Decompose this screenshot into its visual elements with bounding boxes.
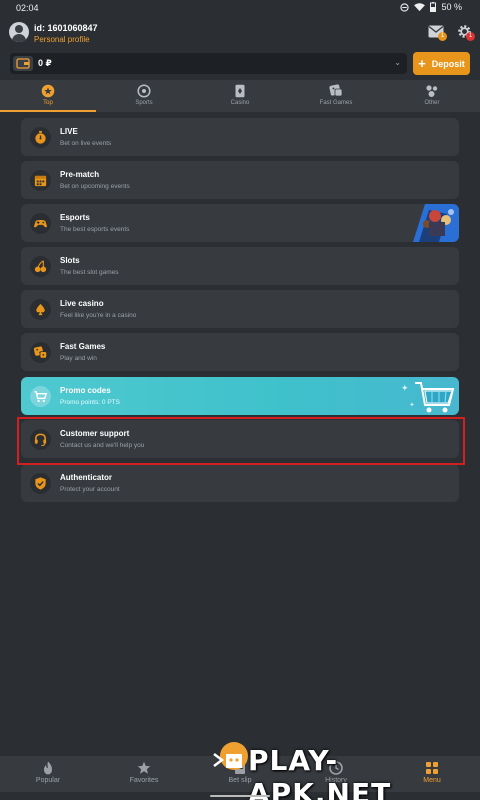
tab-casino-label: Casino	[230, 100, 250, 106]
tab-top[interactable]: Top	[0, 80, 96, 112]
status-bar: 02:04 50 %	[0, 0, 480, 16]
menu-item-pre-match[interactable]: Pre-match Bet on upcoming events	[21, 161, 459, 199]
tab-fast-games[interactable]: Fast Games	[288, 80, 384, 112]
soccer-ball-icon	[137, 84, 151, 98]
battery-level: 50 %	[441, 2, 462, 12]
personal-profile-link[interactable]: Personal profile	[34, 35, 90, 44]
messages-button[interactable]: 1	[428, 24, 447, 41]
watermark: PLAY-APK.NET	[208, 738, 478, 800]
menu-item-title: LIVE	[60, 127, 78, 136]
user-id: id: 1601060847	[34, 23, 98, 33]
messages-badge: 1	[438, 32, 447, 41]
cart-icon	[30, 386, 51, 407]
chevron-down-icon: ⌄	[394, 58, 401, 67]
menu-item-subtitle: Play and win	[60, 355, 97, 362]
menu-item-authenticator[interactable]: Authenticator Protect your account	[21, 464, 459, 502]
status-icons: 50 %	[400, 2, 462, 12]
battery-icon	[430, 2, 437, 12]
menu-item-title: Authenticator	[60, 473, 112, 482]
bubbles-icon	[426, 85, 438, 97]
menu-item-subtitle: Feel like you're in a casino	[60, 312, 137, 319]
header: id: 1601060847 Personal profile 1 1	[0, 16, 480, 48]
menu-item-title: Live casino	[60, 299, 104, 308]
android-logo-icon	[213, 742, 248, 770]
star-icon	[137, 761, 151, 774]
tab-other[interactable]: Other	[384, 80, 480, 112]
menu-item-slots[interactable]: Slots The best slot games	[21, 247, 459, 285]
card-icon	[235, 84, 245, 98]
stopwatch-icon	[30, 127, 51, 148]
tab-other-label: Other	[424, 100, 440, 106]
deposit-button[interactable]: + Deposit	[413, 52, 470, 75]
menu-item-promo-codes[interactable]: Promo codes Promo points: 0 PTS ✦ ✦	[21, 377, 459, 415]
shopping-cart-illustration: ✦ ✦	[401, 382, 455, 413]
watermark-text: PLAY-APK.NET	[248, 744, 392, 800]
tab-top-label: Top	[43, 100, 53, 106]
tab-casino[interactable]: Casino	[192, 80, 288, 112]
tab-active-indicator	[0, 110, 96, 112]
balance-value: 0 ₽	[38, 58, 52, 68]
customer-support-highlight	[17, 417, 465, 465]
menu-item-subtitle: The best esports events	[60, 226, 130, 233]
cherries-icon	[30, 256, 51, 277]
nav-popular-label: Popular	[35, 777, 61, 784]
home-indicator[interactable]	[210, 795, 270, 797]
menu-item-title: Slots	[60, 256, 80, 265]
menu-item-live-casino[interactable]: Live casino Feel like you're in a casino	[21, 290, 459, 328]
menu-item-title: Promo codes	[60, 386, 111, 395]
spade-icon	[30, 299, 51, 320]
menu-item-fast-games[interactable]: Fast Games Play and win	[21, 333, 459, 371]
wifi-icon	[414, 2, 426, 11]
menu-item-subtitle: Bet on upcoming events	[60, 183, 130, 190]
menu-item-subtitle: Promo points: 0 PTS	[60, 399, 120, 406]
tab-fast-games-label: Fast Games	[319, 100, 353, 106]
svg-text:✦: ✦	[401, 383, 409, 393]
menu-item-live[interactable]: LIVE Bet on live events	[21, 118, 459, 156]
settings-badge: 1	[466, 32, 475, 41]
plus-icon: +	[418, 56, 426, 71]
settings-button[interactable]: 1	[457, 24, 475, 41]
gamepad-icon	[30, 213, 51, 234]
menu-item-subtitle: The best slot games	[60, 269, 119, 276]
dice-icon	[329, 84, 343, 97]
balance-selector[interactable]: 0 ₽ ⌄	[10, 53, 407, 74]
menu-item-esports[interactable]: Esports The best esports events	[21, 204, 459, 242]
flame-icon	[44, 761, 52, 775]
svg-text:✦: ✦	[409, 401, 415, 409]
menu-item-subtitle: Bet on live events	[60, 140, 112, 147]
nav-favorites[interactable]: Favorites	[96, 756, 192, 792]
avatar[interactable]	[9, 22, 29, 42]
menu-item-subtitle: Protect your account	[60, 486, 120, 493]
status-time: 02:04	[16, 3, 39, 13]
calendar-icon	[30, 170, 51, 191]
menu-item-title: Pre-match	[60, 170, 100, 179]
menu-item-title: Fast Games	[60, 342, 106, 351]
wallet-icon	[13, 56, 33, 71]
nav-favorites-label: Favorites	[129, 777, 159, 784]
star-icon	[41, 84, 55, 98]
tab-sports-label: Sports	[135, 100, 153, 106]
category-tabs: Top Sports Casino Fast Games Other	[0, 80, 480, 112]
esports-characters-illustration	[413, 204, 459, 242]
tab-sports[interactable]: Sports	[96, 80, 192, 112]
dice-icon	[30, 342, 51, 363]
menu-item-title: Esports	[60, 213, 90, 222]
shield-check-icon	[30, 473, 51, 494]
nav-popular[interactable]: Popular	[0, 756, 96, 792]
do-not-disturb-icon	[400, 2, 410, 12]
deposit-label: Deposit	[431, 58, 465, 69]
